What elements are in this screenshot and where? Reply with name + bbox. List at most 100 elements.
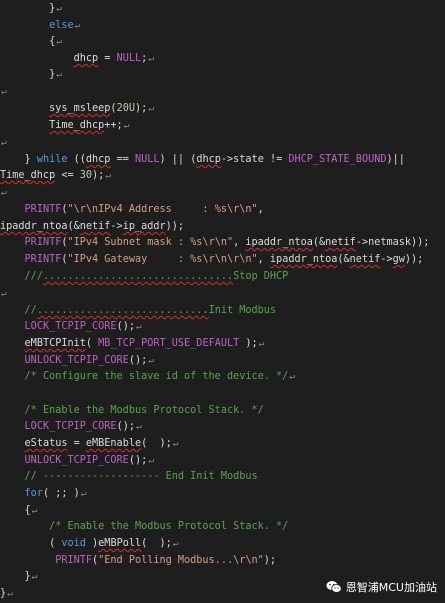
code-line[interactable]: PRINTF("End Polling Modbus...\r\n"); bbox=[0, 552, 445, 569]
code-line[interactable]: PRINTF("\r\nIPv4 Address : %s\r\n", bbox=[0, 201, 445, 218]
code-token: } bbox=[0, 154, 37, 165]
code-line[interactable]: eStatus = eMBEnable( );↵ bbox=[0, 435, 445, 452]
code-line[interactable]: //............................Init Modbu… bbox=[0, 302, 445, 319]
code-token: ->netmask)); bbox=[355, 237, 430, 248]
code-line[interactable]: LOCK_TCPIP_CORE();↵ bbox=[0, 318, 445, 335]
code-token: ->state != bbox=[220, 154, 289, 165]
code-token: == bbox=[110, 154, 135, 165]
code-token: "End Polling Modbus...\r\n" bbox=[98, 555, 264, 566]
code-line[interactable]: ↵ bbox=[0, 285, 445, 302]
code-line[interactable]: }↵ bbox=[0, 66, 445, 83]
code-token: eMBPoll bbox=[98, 538, 142, 549]
code-token: MB_TCP_PORT_USE_DEFAULT bbox=[98, 338, 240, 349]
code-token: eStatus bbox=[24, 438, 68, 449]
code-token: , bbox=[257, 204, 264, 215]
code-line[interactable]: }↵ bbox=[0, 0, 445, 17]
paragraph-mark: ↵ bbox=[56, 69, 62, 80]
code-line[interactable]: /* Enable the Modbus Protocol Stack. */ bbox=[0, 518, 445, 535]
code-token: LOCK_TCPIP_CORE bbox=[24, 321, 117, 332]
paragraph-mark: ↵ bbox=[148, 103, 154, 114]
code-token: dhcp bbox=[196, 154, 221, 165]
code-line[interactable] bbox=[0, 385, 445, 402]
paragraph-mark: ↵ bbox=[258, 338, 265, 349]
code-token: )|| bbox=[386, 154, 405, 165]
paragraph-mark: ↵ bbox=[1, 288, 7, 299]
code-token: ............................ bbox=[36, 305, 209, 316]
code-line[interactable]: LOCK_TCPIP_CORE();↵ bbox=[0, 418, 445, 435]
paragraph-mark: ↵ bbox=[289, 371, 296, 382]
code-line[interactable]: dhcp = NULL;↵ bbox=[0, 50, 445, 67]
code-line[interactable]: {↵ bbox=[0, 33, 445, 50]
code-line[interactable]: else↵ bbox=[0, 17, 445, 34]
code-token: UNLOCK_TCPIP_CORE bbox=[24, 455, 129, 466]
paragraph-mark: ↵ bbox=[148, 53, 154, 64]
code-token: eMBTCPInit bbox=[24, 338, 86, 349]
code-token: PRINTF bbox=[24, 237, 62, 248]
code-line[interactable]: sys_msleep(20U);↵ bbox=[0, 100, 445, 117]
code-line[interactable]: eMBTCPInit( MB_TCP_PORT_USE_DEFAULT );↵ bbox=[0, 335, 445, 352]
code-line[interactable]: } while ((dhcp == NULL) || (dhcp->state … bbox=[0, 151, 445, 168]
code-token: { bbox=[0, 36, 56, 47]
code-token: PRINTF bbox=[24, 204, 62, 215]
code-line[interactable]: ( void )eMBPoll( );↵ bbox=[0, 535, 445, 552]
code-token: } bbox=[0, 3, 56, 14]
wechat-icon bbox=[326, 581, 342, 593]
code-token: for bbox=[24, 488, 43, 499]
code-editor[interactable]: }↵ else↵ {↵ dhcp = NULL;↵ }↵ ↵ sys_msleep… bbox=[0, 0, 445, 603]
code-token: "\r\nIPv4 Address : %s\r\n" bbox=[67, 204, 258, 215]
code-line[interactable]: Time_dhcp <= 30);↵ bbox=[0, 167, 445, 184]
code-token: ); bbox=[134, 103, 148, 114]
code-line[interactable]: PRINTF("IPv4 Gateway : %s\r\n\r\n", ipad… bbox=[0, 251, 445, 268]
code-token: { bbox=[0, 505, 31, 516]
code-token: 20U bbox=[116, 103, 135, 114]
code-token: Stop DHCP bbox=[233, 271, 289, 282]
code-token: ; bbox=[141, 53, 148, 64]
code-token: ............................... bbox=[42, 271, 234, 282]
code-token: PRINTF bbox=[24, 254, 62, 265]
code-line[interactable]: UNLOCK_TCPIP_CORE();↵ bbox=[0, 452, 445, 469]
code-line[interactable]: ↵ bbox=[0, 83, 445, 100]
watermark: 恩智浦MCU加油站 bbox=[326, 579, 437, 595]
code-token: ipaddr_ntoa bbox=[0, 221, 68, 232]
code-line[interactable]: PRINTF("IPv4 Subnet mask : %s\r\n", ipad… bbox=[0, 234, 445, 251]
code-line[interactable]: for( ;; )↵ bbox=[0, 485, 445, 502]
paragraph-mark: ↵ bbox=[1, 137, 7, 148]
code-token: netif bbox=[79, 221, 111, 232]
code-line[interactable]: ipaddr_ntoa(&netif->ip_addr)); bbox=[0, 218, 445, 235]
code-token: } bbox=[0, 588, 7, 599]
code-token: ) bbox=[85, 538, 99, 549]
code-token: dhcp bbox=[85, 154, 111, 165]
code-line[interactable]: UNLOCK_TCPIP_CORE();↵ bbox=[0, 352, 445, 369]
code-token: , bbox=[233, 237, 246, 248]
watermark-text: 恩智浦MCU加油站 bbox=[345, 581, 437, 594]
paragraph-mark: ↵ bbox=[135, 321, 142, 332]
code-token: -> bbox=[380, 254, 393, 265]
paragraph-mark: ↵ bbox=[105, 170, 112, 181]
paragraph-mark: ↵ bbox=[172, 438, 179, 449]
code-token: ( bbox=[0, 538, 62, 549]
code-line[interactable]: {↵ bbox=[0, 502, 445, 519]
code-line[interactable]: ↵ bbox=[0, 134, 445, 151]
code-line[interactable]: /* Configure the slave id of the device.… bbox=[0, 368, 445, 385]
code-token: (& bbox=[312, 237, 326, 248]
code-line[interactable]: // ------------------- End Init Modbus bbox=[0, 468, 445, 485]
code-token: ); bbox=[92, 170, 105, 181]
code-token: ( ;; ) bbox=[42, 488, 80, 499]
code-line[interactable]: /* Enable the Modbus Protocol Stack. */ bbox=[0, 402, 445, 419]
code-line[interactable]: ///...............................Stop D… bbox=[0, 268, 445, 285]
code-token: // bbox=[24, 305, 37, 316]
code-line[interactable]: Time_dhcp++;↵ bbox=[0, 117, 445, 134]
code-token: "IPv4 Subnet mask : %s\r\n" bbox=[67, 237, 234, 248]
code-line[interactable]: ↵ bbox=[0, 184, 445, 201]
paragraph-mark: ↵ bbox=[80, 488, 87, 499]
